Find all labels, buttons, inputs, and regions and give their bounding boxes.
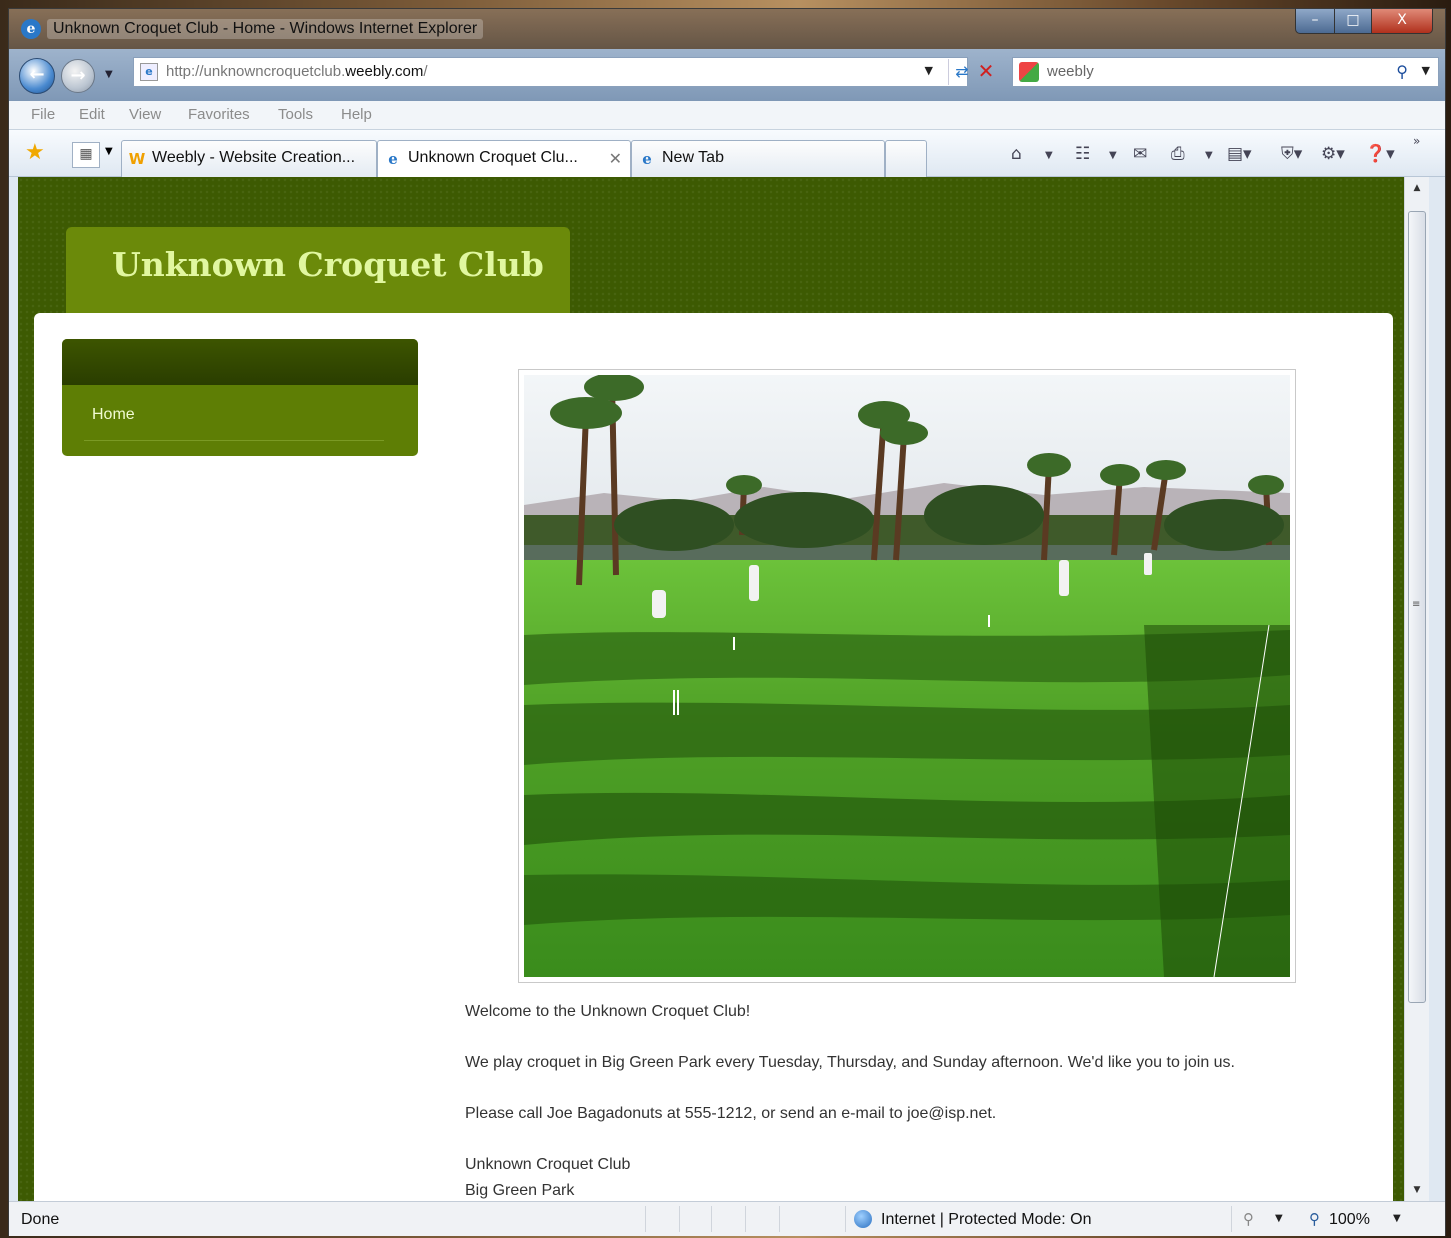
menu-view[interactable]: View [129,106,161,123]
close-tab-icon[interactable]: ✕ [609,149,622,168]
refresh-icon[interactable]: ⇄ [948,59,975,85]
page-viewport: Unknown Croquet Club Home Welcome to the… [18,177,1404,1201]
ie-page-icon: e [388,150,398,168]
vertical-scrollbar[interactable]: ▲ ≡ ▼ [1404,177,1429,1201]
ie-page-icon: e [642,150,652,168]
status-separator [711,1206,712,1232]
club-name-text: Unknown Croquet Club [465,1156,631,1173]
croquet-lawn-image [524,375,1290,977]
address-toolbar: ← → ▼ e http://unknowncroquetclub.weebly… [9,49,1445,101]
maximize-button[interactable]: □ [1334,9,1372,34]
menu-tools[interactable]: Tools [278,106,313,123]
page-body: Home Welcome to the Unknown Croquet Club… [34,313,1393,1201]
menu-bar: File Edit View Favorites Tools Help [9,101,1445,130]
search-icon[interactable]: ⚲ [1396,62,1408,81]
sidebar-header [62,339,418,385]
nav-divider [84,440,384,441]
status-separator [845,1206,846,1232]
club-location-text: Big Green Park [465,1182,575,1199]
tab-bar: ★ ▦ ▼ W Weebly - Website Creation... e U… [9,130,1445,177]
nav-item-home[interactable]: Home [92,406,135,424]
tools-gear-icon[interactable]: ⚙▾ [1321,144,1345,164]
menu-favorites[interactable]: Favorites [188,106,250,123]
zoom-icon[interactable]: ⚲ [1309,1210,1320,1228]
quick-tabs-icon[interactable]: ▦ [72,142,100,168]
recent-pages-dropdown[interactable]: ▼ [105,69,113,80]
globe-icon [854,1210,872,1228]
site-header: Unknown Croquet Club [66,227,570,313]
tab-new-tab[interactable]: e New Tab [631,140,885,177]
security-icon[interactable]: ⚲ [1243,1210,1254,1228]
zoom-level[interactable]: 100% [1329,1211,1370,1229]
security-zone-text[interactable]: Internet | Protected Mode: On [881,1211,1092,1229]
tab-label: Weebly - Website Creation... [152,149,356,166]
search-field[interactable]: weebly ⚲ ▼ [1012,57,1439,87]
search-text[interactable]: weebly [1047,63,1094,80]
status-separator [779,1206,780,1232]
search-provider-icon [1019,62,1039,82]
browser-window: e Unknown Croquet Club - Home - Windows … [8,8,1446,1236]
new-tab-button[interactable] [885,140,927,177]
status-separator [645,1206,646,1232]
address-field[interactable]: e http://unknowncroquetclub.weebly.com/ … [133,57,969,87]
search-options-dropdown-icon[interactable]: ▼ [1422,64,1430,77]
scroll-down-icon[interactable]: ▼ [1409,1185,1425,1195]
more-tools-chevron-icon[interactable]: » [1413,134,1420,148]
site-title[interactable]: Unknown Croquet Club [112,245,544,284]
tab-weebly[interactable]: W Weebly - Website Creation... [121,140,377,177]
close-button[interactable]: X [1371,9,1433,34]
page-menu-icon[interactable]: ▤▾ [1227,144,1252,164]
weebly-icon: W [128,150,146,168]
tab-list-dropdown-icon[interactable]: ▼ [105,146,113,157]
contact-text: Please call Joe Bagadonuts at 555-1212, … [465,1105,997,1122]
menu-edit[interactable]: Edit [79,106,105,123]
help-icon[interactable]: ❓▾ [1365,144,1395,164]
page-icon: e [140,63,158,81]
print-icon[interactable]: ⎙ [1171,144,1185,164]
status-separator [745,1206,746,1232]
status-separator [679,1206,680,1232]
tab-unknown-croquet-club[interactable]: e Unknown Croquet Clu... ✕ [377,140,631,177]
sidebar-nav: Home [62,339,418,456]
security-dropdown-icon[interactable]: ▼ [1275,1213,1283,1224]
zoom-dropdown-icon[interactable]: ▼ [1393,1213,1401,1224]
mail-icon[interactable]: ✉ [1133,144,1147,164]
status-separator [1231,1206,1232,1232]
welcome-text: Welcome to the Unknown Croquet Club! [465,1003,751,1020]
menu-file[interactable]: File [31,106,55,123]
feeds-dropdown-icon[interactable]: ▼ [1109,150,1117,161]
scroll-grip-icon: ≡ [1412,599,1421,610]
ie-logo-icon: e [21,19,41,39]
safety-menu-icon[interactable]: ⛨▾ [1281,144,1302,164]
status-text: Done [21,1211,60,1228]
address-dropdown-icon[interactable]: ▼ [925,64,933,77]
status-bar: Done Internet | Protected Mode: On ⚲ ▼ ⚲… [9,1201,1445,1236]
croquet-photo [518,369,1296,983]
feeds-icon[interactable]: ☷ [1075,144,1090,164]
favorites-star-icon[interactable]: ★ [25,140,45,165]
back-button[interactable]: ← [19,58,55,94]
url-text[interactable]: http://unknowncroquetclub.weebly.com/ [166,63,428,80]
schedule-text: We play croquet in Big Green Park every … [465,1054,1235,1071]
print-dropdown-icon[interactable]: ▼ [1205,150,1213,161]
title-bar: e Unknown Croquet Club - Home - Windows … [9,9,1445,49]
tab-label: Unknown Croquet Clu... [408,149,578,166]
tab-label: New Tab [662,149,724,166]
minimize-button[interactable]: – [1295,9,1335,34]
scroll-up-icon[interactable]: ▲ [1409,183,1425,193]
home-icon[interactable]: ⌂ [1011,144,1022,164]
stop-icon[interactable]: ✕ [972,57,1000,85]
home-dropdown-icon[interactable]: ▼ [1045,150,1053,161]
window-title: Unknown Croquet Club - Home - Windows In… [47,19,484,39]
menu-help[interactable]: Help [341,106,372,123]
forward-button[interactable]: → [61,59,95,93]
